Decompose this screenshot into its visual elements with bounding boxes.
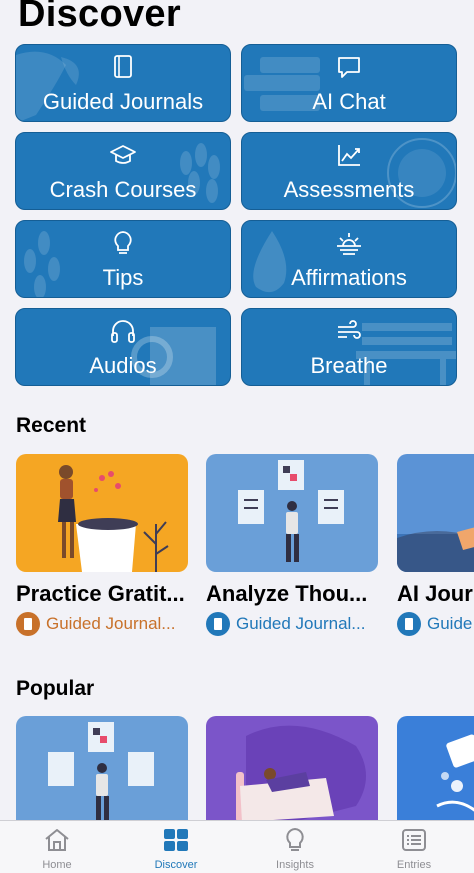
wind-icon (338, 320, 361, 339)
card-thumbnail (206, 716, 378, 834)
tile-label: Affirmations (291, 265, 407, 290)
grid-icon (164, 829, 188, 851)
chat-bubble-icon (338, 57, 360, 78)
tile-label: Guided Journals (42, 89, 204, 114)
card-thumbnail (206, 454, 378, 572)
tile-tips[interactable]: Tips (15, 220, 231, 298)
tile-breathe[interactable]: Breathe (241, 308, 457, 386)
tab-label: Insights (276, 859, 314, 871)
tab-bar: Home Discover Insights Entries (0, 820, 474, 873)
tile-assessments[interactable]: Assessments (241, 132, 457, 210)
sunrise-icon (337, 233, 361, 255)
tab-entries[interactable]: Entries (364, 827, 464, 871)
list-icon (402, 829, 426, 851)
recent-card[interactable]: AI Journ Guide (397, 454, 474, 636)
graduation-cap-icon (110, 145, 136, 164)
tile-ai-chat[interactable]: AI Chat (241, 44, 457, 122)
card-category: Guide (397, 612, 474, 636)
section-title-popular: Popular (16, 677, 95, 700)
recent-card[interactable]: Analyze Thou... Guided Journal... (206, 454, 378, 636)
popular-card[interactable] (16, 716, 188, 834)
card-thumbnail (397, 454, 474, 572)
tile-guided-journals[interactable]: Guided Journals (15, 44, 231, 122)
tile-audios[interactable]: Audios (15, 308, 231, 386)
tile-crash-courses[interactable]: Crash Courses (15, 132, 231, 210)
tab-label: Entries (396, 859, 432, 871)
card-title: Practice Gratit... (16, 581, 185, 606)
book-icon (16, 612, 40, 636)
tab-discover[interactable]: Discover (126, 827, 226, 871)
tile-label: Tips (102, 265, 144, 290)
page-title: Discover (18, 0, 181, 35)
home-icon (45, 829, 69, 851)
tab-label: Home (42, 859, 72, 871)
card-category: Guided Journal... (206, 612, 378, 636)
book-icon (397, 612, 421, 636)
lightbulb-icon (286, 827, 304, 851)
tab-home[interactable]: Home (7, 827, 107, 871)
category-grid: Guided Journals AI Chat Crash Courses As… (15, 44, 457, 386)
card-category: Guided Journal... (16, 612, 188, 636)
tab-insights[interactable]: Insights (245, 827, 345, 871)
card-title: AI Journ (397, 581, 474, 606)
card-thumbnail (16, 716, 188, 834)
tile-label: Breathe (310, 353, 388, 378)
card-category-label: Guided Journal... (46, 614, 176, 633)
section-title-recent: Recent (16, 414, 87, 437)
headphones-icon (111, 320, 135, 343)
tile-label: AI Chat (312, 89, 386, 114)
recent-card[interactable]: Practice Gratit... Guided Journal... (16, 454, 188, 636)
tab-label: Discover (154, 859, 198, 871)
popular-card[interactable] (397, 716, 474, 834)
lightbulb-icon (114, 231, 132, 254)
card-title: Analyze Thou... (206, 581, 368, 606)
tile-label: Audios (89, 353, 157, 378)
card-category-label: Guide (427, 614, 473, 633)
book-icon (206, 612, 230, 636)
tile-label: Crash Courses (49, 177, 197, 202)
book-icon (114, 55, 132, 78)
tile-label: Assessments (283, 177, 415, 202)
tile-affirmations[interactable]: Affirmations (241, 220, 457, 298)
card-thumbnail (397, 716, 474, 834)
chart-trend-icon (338, 145, 360, 166)
card-category-label: Guided Journal... (236, 614, 366, 633)
popular-card[interactable] (206, 716, 378, 834)
card-thumbnail (16, 454, 188, 572)
